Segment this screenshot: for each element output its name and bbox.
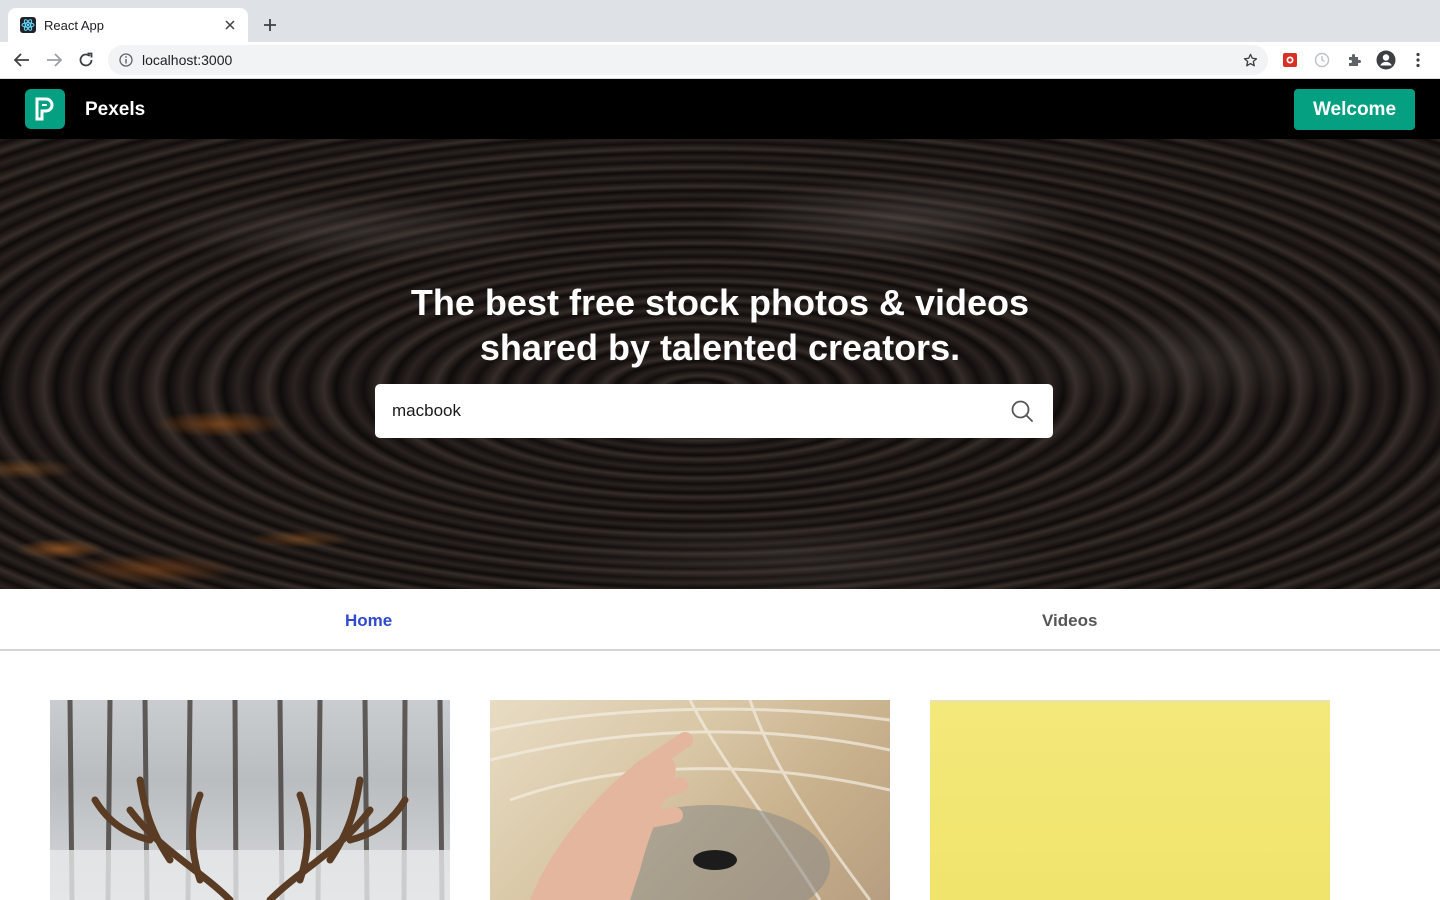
- profile-avatar-icon[interactable]: [1376, 50, 1396, 70]
- react-favicon-icon: [20, 17, 36, 33]
- photo-card-horse[interactable]: [490, 700, 890, 900]
- search-icon[interactable]: [1009, 398, 1035, 424]
- photo-card-deer[interactable]: [50, 700, 450, 900]
- horse-photo: [490, 700, 890, 900]
- hero-title-line1: The best free stock photos & videos: [410, 282, 1030, 323]
- deer-photo: [50, 700, 450, 900]
- content-tabs: Home Videos: [0, 589, 1440, 651]
- reload-icon[interactable]: [74, 48, 98, 72]
- extension-red-icon[interactable]: [1280, 50, 1300, 70]
- extension-timer-icon[interactable]: [1312, 50, 1332, 70]
- forward-arrow-icon[interactable]: [42, 48, 66, 72]
- bookmark-star-icon[interactable]: [1240, 50, 1260, 70]
- browser-tabstrip: React App: [0, 0, 1440, 42]
- pexels-logo[interactable]: [25, 89, 65, 129]
- url-text: localhost:3000: [142, 52, 233, 68]
- photo-card-yellow[interactable]: [930, 700, 1330, 900]
- new-tab-icon[interactable]: [258, 13, 282, 37]
- search-bar: [375, 384, 1053, 438]
- site-info-icon[interactable]: [118, 52, 134, 68]
- extensions-puzzle-icon[interactable]: [1344, 50, 1364, 70]
- back-arrow-icon[interactable]: [10, 48, 34, 72]
- search-input[interactable]: [392, 401, 1009, 421]
- browser-menu-icon[interactable]: [1408, 50, 1428, 70]
- hero-banner: The best free stock photos & videos shar…: [0, 139, 1440, 589]
- tab-title: React App: [44, 17, 104, 33]
- welcome-button[interactable]: Welcome: [1294, 89, 1415, 130]
- address-bar[interactable]: localhost:3000: [108, 45, 1268, 75]
- browser-toolbar: localhost:3000: [0, 42, 1440, 79]
- browser-tab[interactable]: React App: [8, 8, 248, 42]
- tab-home[interactable]: Home: [345, 611, 392, 631]
- brand-name[interactable]: Pexels: [85, 99, 145, 121]
- hero-title-line2: shared by talented creators.: [479, 327, 961, 368]
- app-navbar: Pexels Welcome: [0, 79, 1440, 139]
- tab-videos[interactable]: Videos: [1042, 611, 1097, 631]
- hero-title: The best free stock photos & videos shar…: [0, 280, 1440, 370]
- tab-close-icon[interactable]: [222, 17, 238, 33]
